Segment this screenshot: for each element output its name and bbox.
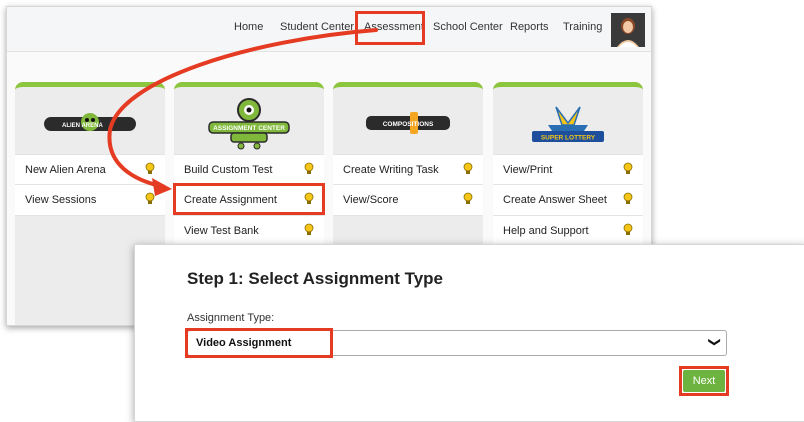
super-lottery-logo: SUPER LOTTERY: [493, 95, 643, 151]
compositions-logo-text: COMPOSITIONS: [383, 121, 434, 128]
lightbulb-icon[interactable]: [623, 223, 633, 237]
lightbulb-icon[interactable]: [463, 162, 473, 176]
avatar-icon: [611, 13, 645, 47]
step1-panel: Step 1: Select Assignment Type Assignmen…: [134, 244, 804, 422]
nav-reports[interactable]: Reports: [510, 21, 549, 33]
assignment-type-label: Assignment Type:: [187, 312, 275, 324]
nav-school-center[interactable]: School Center: [433, 21, 503, 33]
lightbulb-icon[interactable]: [145, 192, 155, 206]
menu-item-create-answer-sheet[interactable]: Create Answer Sheet: [493, 185, 643, 216]
item-label: Create Answer Sheet: [503, 194, 607, 206]
step-title: Step 1: Select Assignment Type: [187, 269, 444, 288]
nav-home[interactable]: Home: [234, 21, 263, 33]
menu-item-create-writing-task[interactable]: Create Writing Task: [333, 154, 483, 185]
chevron-down-icon[interactable]: ❯: [708, 337, 722, 347]
menu-item-view-sessions[interactable]: View Sessions: [15, 185, 165, 216]
lightbulb-icon[interactable]: [463, 192, 473, 206]
item-label: Build Custom Test: [184, 164, 273, 176]
menu-item-view-score[interactable]: View/Score: [333, 185, 483, 216]
menu-item-view-print[interactable]: View/Print: [493, 154, 643, 185]
lightbulb-icon[interactable]: [623, 192, 633, 206]
assignment-center-logo-icon: ASSIGNMENT CENTER: [208, 98, 290, 150]
lightbulb-icon[interactable]: [304, 162, 314, 176]
super-lottery-logo-text: SUPER LOTTERY: [541, 135, 596, 142]
item-label: View/Score: [343, 194, 399, 206]
item-label: View Test Bank: [184, 225, 259, 237]
alien-arena-logo-icon: ALIEN ARENA: [44, 113, 136, 131]
lightbulb-icon[interactable]: [623, 162, 633, 176]
item-label: New Alien Arena: [25, 164, 106, 176]
menu-item-help-and-support[interactable]: Help and Support: [493, 216, 643, 247]
super-lottery-logo-icon: SUPER LOTTERY: [532, 106, 604, 142]
lightbulb-icon[interactable]: [145, 162, 155, 176]
top-navbar: Home Student Center Assessment School Ce…: [7, 7, 651, 52]
assignment-center-logo: ASSIGNMENT CENTER: [174, 95, 324, 151]
item-label: View Sessions: [25, 194, 97, 206]
compositions-logo: COMPOSITIONS: [333, 95, 483, 151]
compositions-logo-icon: COMPOSITIONS: [366, 112, 450, 134]
video-assignment-highlight-box: [185, 328, 333, 358]
assignment-center-logo-text: ASSIGNMENT CENTER: [213, 125, 285, 132]
menu-item-build-custom-test[interactable]: Build Custom Test: [174, 154, 324, 185]
item-label: Help and Support: [503, 225, 589, 237]
create-assignment-highlight-box: [173, 183, 325, 215]
alien-arena-logo-text: ALIEN ARENA: [62, 123, 103, 129]
next-highlight-box: [679, 366, 729, 396]
item-label: View/Print: [503, 164, 553, 176]
menu-item-view-test-bank[interactable]: View Test Bank: [174, 216, 324, 247]
user-avatar[interactable]: [611, 13, 645, 47]
menu-item-new-alien-arena[interactable]: New Alien Arena: [15, 154, 165, 185]
nav-training[interactable]: Training: [563, 21, 602, 33]
alien-arena-logo: ALIEN ARENA: [15, 95, 165, 151]
assessment-highlight-box: [355, 11, 425, 45]
item-label: Create Writing Task: [343, 164, 439, 176]
nav-student-center[interactable]: Student Center: [280, 21, 354, 33]
lightbulb-icon[interactable]: [304, 223, 314, 237]
